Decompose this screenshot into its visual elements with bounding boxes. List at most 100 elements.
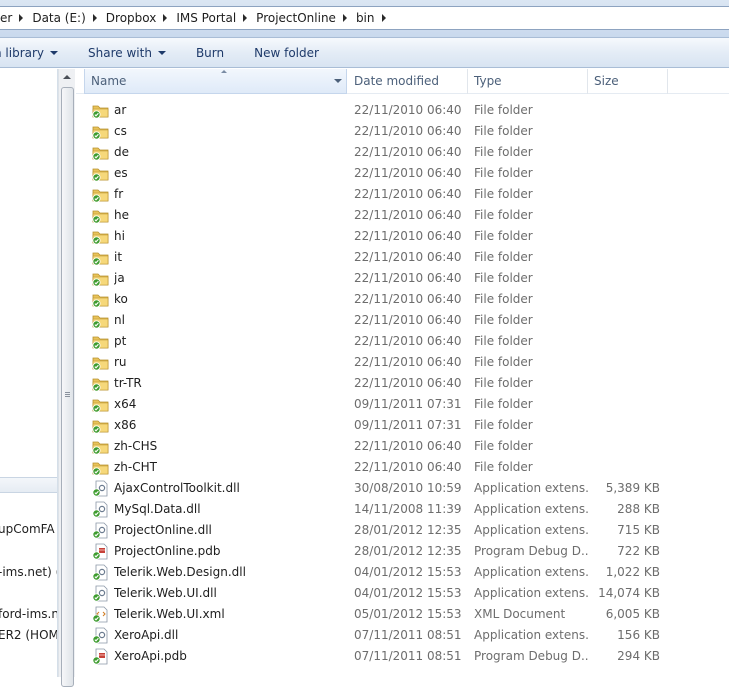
address-bar: er Data (E:) Dropbox IMS Portal ProjectO… <box>0 0 729 38</box>
file-date-modified: 09/11/2011 07:31 <box>354 418 462 432</box>
file-row[interactable]: de 22/11/2010 06:40 File folder <box>76 142 729 163</box>
nav-item[interactable]: ER2 (HOME <box>0 628 57 642</box>
column-name-label: Name <box>91 74 127 88</box>
breadcrumb-chevron-icon[interactable] <box>19 14 24 22</box>
file-date-modified: 22/11/2010 06:40 <box>354 103 462 117</box>
folder-icon <box>92 207 110 224</box>
file-date-modified: 22/11/2010 06:40 <box>354 187 462 201</box>
file-row[interactable]: x64 09/11/2011 07:31 File folder <box>76 394 729 415</box>
file-name: ar <box>114 103 127 117</box>
scroll-up-icon[interactable] <box>63 75 71 79</box>
breadcrumb-item[interactable]: ProjectOnline <box>253 11 339 25</box>
file-row[interactable]: fr 22/11/2010 06:40 File folder <box>76 184 729 205</box>
file-row[interactable]: hi 22/11/2010 06:40 File folder <box>76 226 729 247</box>
file-row[interactable]: ru 22/11/2010 06:40 File folder <box>76 352 729 373</box>
folder-icon <box>92 438 110 455</box>
include-in-library-label: n library <box>0 45 45 60</box>
nav-item[interactable]: -ims.net) ( <box>0 565 57 579</box>
file-row[interactable]: he 22/11/2010 06:40 File folder <box>76 205 729 226</box>
file-row[interactable]: x86 09/11/2011 07:31 File folder <box>76 415 729 436</box>
breadcrumb-chevron-icon[interactable] <box>92 14 97 22</box>
dll-icon <box>92 564 110 581</box>
nav-item[interactable]: ford-ims.n <box>0 607 57 621</box>
file-row[interactable]: XeroApi.dll 07/11/2011 08:51 Application e… <box>76 625 729 646</box>
file-row[interactable]: cs 22/11/2010 06:40 File folder <box>76 121 729 142</box>
nav-item[interactable]: upComFA <box>0 522 55 536</box>
file-row[interactable]: pt 22/11/2010 06:40 File folder <box>76 331 729 352</box>
file-row[interactable]: Telerik.Web.UI.xml 05/01/2012 15:53 XML Do… <box>76 604 729 625</box>
file-row[interactable]: nl 22/11/2010 06:40 File folder <box>76 310 729 331</box>
file-date-modified: 14/11/2008 11:39 <box>354 502 462 516</box>
file-type: File folder <box>474 439 533 453</box>
dll-icon <box>92 522 110 539</box>
file-name: he <box>114 208 129 222</box>
file-size: 294 KB <box>617 649 660 663</box>
breadcrumb-chevron-icon[interactable] <box>381 14 386 22</box>
file-type: File folder <box>474 166 533 180</box>
file-row[interactable]: MySql.Data.dll 14/11/2008 11:39 Applicatio… <box>76 499 729 520</box>
folder-icon <box>92 396 110 413</box>
breadcrumb-item[interactable]: IMS Portal <box>173 11 239 25</box>
breadcrumb-item[interactable]: er <box>0 11 15 25</box>
file-name: pt <box>114 334 127 348</box>
burn-button[interactable]: Burn <box>176 38 234 67</box>
file-row[interactable]: ko 22/11/2010 06:40 File folder <box>76 289 729 310</box>
file-size: 6,005 KB <box>605 607 660 621</box>
file-row[interactable]: ProjectOnline.pdb 28/01/2012 12:35 Program… <box>76 541 729 562</box>
breadcrumb-item[interactable]: bin <box>353 11 378 25</box>
share-with-label: Share with <box>88 45 152 60</box>
file-row[interactable]: zh-CHT 22/11/2010 06:40 File folder <box>76 457 729 478</box>
file-name: ko <box>114 292 128 306</box>
dll-icon <box>92 501 110 518</box>
file-row[interactable]: es 22/11/2010 06:40 File folder <box>76 163 729 184</box>
breadcrumb-item[interactable]: Data (E:) <box>29 11 88 25</box>
breadcrumb-chevron-icon[interactable] <box>342 14 347 22</box>
breadcrumb[interactable]: er Data (E:) Dropbox IMS Portal ProjectO… <box>0 6 729 30</box>
file-type: XML Document <box>474 607 566 621</box>
file-row[interactable]: tr-TR 22/11/2010 06:40 File folder <box>76 373 729 394</box>
file-row[interactable]: ja 22/11/2010 06:40 File folder <box>76 268 729 289</box>
file-date-modified: 07/11/2011 08:51 <box>354 649 462 663</box>
file-size: 5,389 KB <box>605 481 660 495</box>
file-type: Application extens... <box>474 586 589 600</box>
column-header-size[interactable]: Size <box>588 69 668 94</box>
file-type: File folder <box>474 355 533 369</box>
column-header-name[interactable]: Name <box>84 69 347 94</box>
column-header-date-modified[interactable]: Date modified <box>348 69 468 94</box>
file-size <box>594 436 660 457</box>
breadcrumb-chevron-icon[interactable] <box>243 14 248 22</box>
file-size: 715 KB <box>617 523 660 537</box>
chevron-down-icon <box>50 50 59 55</box>
chevron-down-icon <box>157 50 166 55</box>
file-type: File folder <box>474 418 533 432</box>
chevron-down-icon[interactable] <box>334 79 342 83</box>
scrollbar-thumb[interactable] <box>61 87 74 687</box>
file-size: 156 KB <box>617 628 660 642</box>
breadcrumb-item[interactable]: Dropbox <box>103 11 160 25</box>
navigation-scrollbar[interactable] <box>58 69 75 687</box>
file-size <box>594 163 660 184</box>
folder-icon <box>92 144 110 161</box>
file-row[interactable]: ar 22/11/2010 06:40 File folder <box>76 100 729 121</box>
file-row[interactable]: it 22/11/2010 06:40 File folder <box>76 247 729 268</box>
nav-divider <box>0 477 57 493</box>
dll-icon <box>92 480 110 497</box>
file-row[interactable]: zh-CHS 22/11/2010 06:40 File folder <box>76 436 729 457</box>
file-date-modified: 09/11/2011 07:31 <box>354 397 462 411</box>
new-folder-button[interactable]: New folder <box>234 38 329 67</box>
file-date-modified: 28/01/2012 12:35 <box>354 523 462 537</box>
breadcrumb-chevron-icon[interactable] <box>163 14 168 22</box>
file-row[interactable]: Telerik.Web.Design.dll 04/01/2012 15:53 Ap… <box>76 562 729 583</box>
column-header-type[interactable]: Type <box>468 69 588 94</box>
include-in-library-button[interactable]: n library <box>0 38 68 67</box>
file-row[interactable]: Telerik.Web.UI.dll 04/01/2012 15:53 Applic… <box>76 583 729 604</box>
share-with-button[interactable]: Share with <box>68 38 176 67</box>
file-type: File folder <box>474 187 533 201</box>
file-row[interactable]: XeroApi.pdb 07/11/2011 08:51 Program Debug… <box>76 646 729 667</box>
file-row[interactable]: ProjectOnline.dll 28/01/2012 12:35 Applica… <box>76 520 729 541</box>
file-name: Telerik.Web.UI.dll <box>114 586 217 600</box>
file-row[interactable]: AjaxControlToolkit.dll 30/08/2010 10:59 Ap… <box>76 478 729 499</box>
file-name: XeroApi.pdb <box>114 649 187 663</box>
file-date-modified: 22/11/2010 06:40 <box>354 355 462 369</box>
file-size <box>594 352 660 373</box>
